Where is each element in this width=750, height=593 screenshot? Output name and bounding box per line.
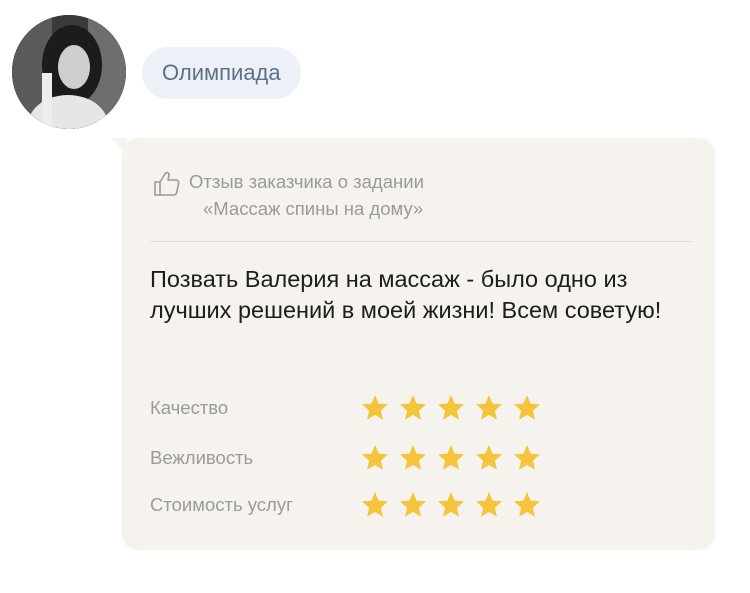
star-icon [360, 393, 390, 423]
star-icon [360, 443, 390, 473]
star-icon [474, 393, 504, 423]
rating-label: Стоимость услуг [150, 494, 293, 515]
review-header-text: Отзыв заказчика о задании «Массаж спины … [189, 168, 424, 222]
avatar[interactable] [12, 15, 126, 129]
star-icon [436, 393, 466, 423]
rating-label: Вежливость [150, 447, 254, 468]
star-icon [512, 490, 542, 520]
rating-row-politeness: Вежливость [150, 443, 570, 473]
thumbs-up-icon [152, 168, 182, 198]
star-rating [360, 393, 542, 423]
star-rating [360, 443, 542, 473]
rating-row-cost: Стоимость услуг [150, 490, 570, 520]
divider [150, 241, 692, 242]
rating-label: Качество [150, 397, 229, 418]
review-header-line1: Отзыв заказчика о задании [189, 171, 424, 192]
review-screen: Олимпиада Отзыв заказчика о задании «Мас… [0, 0, 750, 593]
rating-row-quality: Качество [150, 393, 570, 423]
star-icon [436, 490, 466, 520]
star-icon [474, 490, 504, 520]
user-name: Олимпиада [162, 60, 281, 85]
star-icon [398, 393, 428, 423]
star-icon [512, 443, 542, 473]
star-rating [360, 490, 542, 520]
review-text: Позвать Валерия на массаж - было одно из… [150, 266, 662, 323]
review-card: Отзыв заказчика о задании «Массаж спины … [122, 138, 715, 550]
star-icon [512, 393, 542, 423]
user-name-chip[interactable]: Олимпиада [142, 47, 301, 99]
star-icon [360, 490, 390, 520]
star-icon [398, 490, 428, 520]
star-icon [474, 443, 504, 473]
star-icon [398, 443, 428, 473]
star-icon [436, 443, 466, 473]
task-title: «Массаж спины на дому» [203, 198, 424, 219]
